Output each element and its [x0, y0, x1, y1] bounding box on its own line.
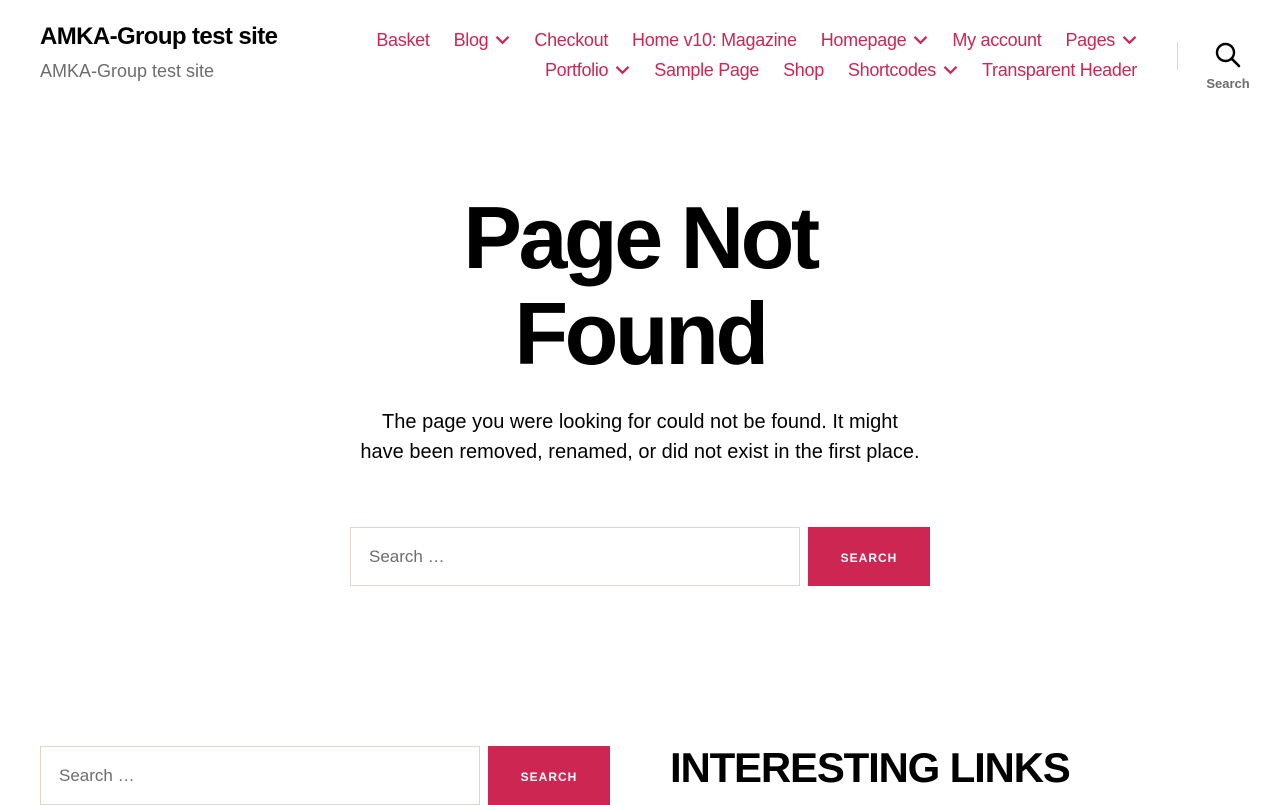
footer-search-button[interactable]: Search — [488, 746, 610, 805]
menu-item-my-account[interactable]: My account — [952, 29, 1041, 51]
site-description: AMKA-Group test site — [40, 61, 215, 81]
menu-item-checkout[interactable]: Checkout — [534, 29, 608, 51]
page-title: Page Not Found — [340, 190, 940, 382]
chevron-down-icon[interactable] — [1122, 35, 1137, 45]
menu-item-label: Homepage — [820, 30, 907, 50]
menu-item-shortcodes[interactable]: Shortcodes — [848, 59, 958, 81]
search-toggle-button[interactable]: Search — [1198, 40, 1258, 94]
menu-item-label: Sample Page — [654, 60, 760, 80]
footer-search-input[interactable] — [40, 746, 480, 805]
menu-item-sample-page[interactable]: Sample Page — [654, 59, 759, 81]
menu-item-label: Blog — [453, 30, 489, 50]
menu-item-blog[interactable]: Blog — [454, 29, 511, 51]
menu-item-label: Home v10: Magazine — [632, 30, 797, 50]
page-title-line: Found — [514, 284, 769, 383]
menu-item-label: My account — [952, 30, 1042, 50]
search-toggle-label: Search — [1206, 76, 1250, 91]
menu-item-shop[interactable]: Shop — [783, 59, 824, 81]
widget-title-interesting-links: INTERESTING LINKS — [670, 744, 1071, 791]
chevron-down-icon[interactable] — [943, 65, 958, 75]
site-title[interactable]: AMKA-Group test site — [40, 23, 278, 51]
menu-item-label: Pages — [1065, 30, 1115, 50]
menu-item-label: Basket — [376, 30, 430, 50]
footer-search-form: Search — [40, 746, 610, 805]
menu-item-label: Portfolio — [544, 60, 609, 80]
menu-item-label: Transparent Header — [981, 60, 1137, 80]
search-form: Search — [350, 527, 930, 586]
page-title-line: Page Not — [463, 188, 820, 287]
search-input[interactable] — [350, 527, 800, 586]
search-button-label: Search — [520, 765, 578, 785]
menu-item-home-v10-magazine[interactable]: Home v10: Magazine — [632, 29, 797, 51]
menu-item-label: Shop — [783, 60, 824, 80]
search-icon — [1215, 42, 1241, 68]
menu-item-homepage[interactable]: Homepage — [821, 29, 929, 51]
menu-item-pages[interactable]: Pages — [1065, 29, 1137, 51]
menu-item-portfolio[interactable]: Portfolio — [545, 59, 630, 81]
intro-text: The page you were looking for could not … — [360, 411, 920, 463]
primary-menu-row-1: Basket Blog Checkout Home v10: Magazine … — [376, 29, 1137, 51]
chevron-down-icon[interactable] — [495, 35, 510, 45]
menu-item-basket[interactable]: Basket — [376, 29, 430, 51]
menu-item-label: Checkout — [534, 30, 609, 50]
header-divider — [1177, 42, 1178, 70]
menu-item-transparent-header[interactable]: Transparent Header — [982, 59, 1137, 81]
menu-item-label: Shortcodes — [847, 60, 936, 80]
search-button-label: Search — [840, 546, 898, 566]
chevron-down-icon[interactable] — [615, 65, 630, 75]
search-button[interactable]: Search — [808, 527, 930, 586]
primary-menu-row-2: Portfolio Sample Page Shop Shortcodes Tr… — [545, 59, 1137, 81]
chevron-down-icon[interactable] — [913, 35, 928, 45]
